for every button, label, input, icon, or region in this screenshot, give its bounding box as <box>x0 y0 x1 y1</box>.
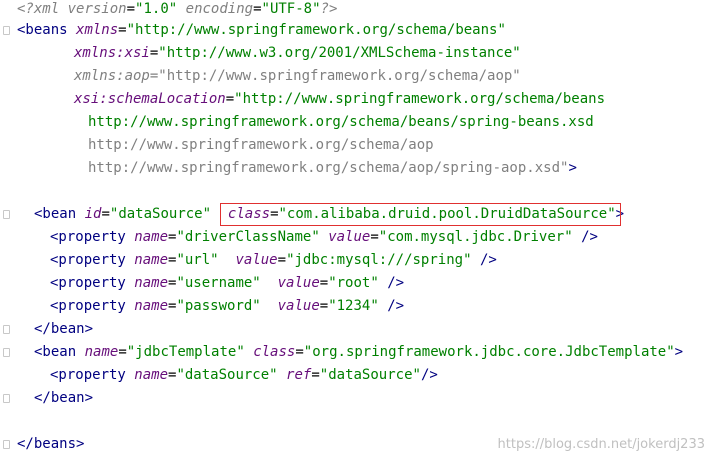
property-value-value: "1234" <box>328 298 379 314</box>
beans-tag-close: > <box>568 160 577 176</box>
schema-location-value-3: http://www.springframework.org/schema/ao… <box>88 137 434 153</box>
code-line-bean-jdbctemplate-end: </bean> <box>34 389 93 408</box>
pi-name: xml <box>33 1 60 17</box>
class-attribute-highlight-box <box>220 203 621 226</box>
bean-name-attr: name <box>84 344 119 360</box>
bean-class-value: "org.springframework.jdbc.core.JdbcTempl… <box>303 344 675 360</box>
code-line-bean-jdbctemplate: <bean name="jdbcTemplate" class="org.spr… <box>34 344 684 360</box>
schema-location-attr: xsi:schemaLocation <box>74 91 226 107</box>
property-name-attr: name <box>134 229 169 245</box>
bean-name-value: "jdbcTemplate" <box>126 344 245 360</box>
property-close: /> <box>581 229 598 245</box>
watermark: https://blog.csdn.net/jokerdj233 <box>497 437 705 452</box>
property-name-attr: name <box>134 252 169 268</box>
property-close: /> <box>420 367 438 383</box>
code-line-xmlns-aop: xmlns:aop="http://www.springframework.or… <box>74 68 521 84</box>
property-value-value: "root" <box>328 275 379 291</box>
property-name-attr: name <box>134 298 169 314</box>
code-line-schema-aop-xsd: http://www.springframework.org/schema/ao… <box>88 159 577 178</box>
fold-marker-bean-jdbctemplate[interactable] <box>3 348 10 357</box>
code-line-schema-location: xsi:schemaLocation="http://www.springfra… <box>74 91 606 107</box>
property-name-value: "url" <box>176 252 219 268</box>
property-value-attr: value <box>277 275 320 291</box>
property-name-attr: name <box>134 275 169 291</box>
xmlns-xsi-attr: xmlns:xsi <box>74 45 150 61</box>
bean-tag-close: > <box>674 344 684 360</box>
code-line-property-password: <property name="password" value="1234" /… <box>50 298 405 314</box>
pi-encoding-value: "UTF-8" <box>261 1 321 17</box>
property-tag: <property <box>50 252 126 268</box>
property-name-value: "password" <box>176 298 261 314</box>
bean-id-attr: id <box>84 206 102 222</box>
property-close: /> <box>479 252 497 268</box>
fold-marker-bean-jdbctemplate-end[interactable] <box>3 394 10 403</box>
property-ref-attr: ref <box>286 367 312 383</box>
property-tag: <property <box>50 367 126 383</box>
xmlns-attr: xmlns <box>76 22 119 38</box>
property-value-attr: value <box>235 252 278 268</box>
code-line-property-driver: <property name="driverClassName" value="… <box>50 229 598 245</box>
property-name-attr: name <box>134 367 169 383</box>
schema-location-value-1: "http://www.springframework.org/schema/b… <box>234 91 606 107</box>
code-line-bean-datasource-end: </bean> <box>34 320 93 339</box>
pi-version-value: "1.0" <box>135 1 178 17</box>
beans-tag: <beans <box>17 22 68 38</box>
code-line-property-datasource-ref: <property name="dataSource" ref="dataSou… <box>50 367 438 383</box>
property-tag: <property <box>50 229 126 245</box>
code-line-beans-open: <beans xmlns="http://www.springframework… <box>17 22 506 38</box>
pi-encoding-attr: encoding <box>185 1 254 17</box>
code-line-schema-aop: http://www.springframework.org/schema/ao… <box>88 136 434 155</box>
xml-code-editor[interactable]: <?xml version="1.0" encoding="UTF-8"?> <… <box>0 0 713 460</box>
bean-end-tag: </bean> <box>34 390 94 406</box>
code-line-property-url: <property name="url" value="jdbc:mysql:/… <box>50 252 497 268</box>
xmlns-aop-value: "http://www.springframework.org/schema/a… <box>158 68 521 84</box>
beans-end-tag: </beans> <box>17 436 85 452</box>
xmlns-value: "http://www.springframework.org/schema/b… <box>126 22 506 38</box>
bean-end-tag: </bean> <box>34 321 94 337</box>
property-name-value: "driverClassName" <box>176 229 320 245</box>
pi-close: ?> <box>320 1 338 17</box>
xmlns-aop-attr: xmlns:aop <box>74 68 150 84</box>
property-value-attr: value <box>277 298 320 314</box>
schema-location-value-2: http://www.springframework.org/schema/be… <box>88 114 594 130</box>
code-line-schema-beans-xsd: http://www.springframework.org/schema/be… <box>88 113 594 132</box>
property-value-value: "com.mysql.jdbc.Driver" <box>378 229 573 245</box>
bean-class-attr: class <box>253 344 296 360</box>
schema-location-value-4: http://www.springframework.org/schema/ao… <box>88 160 569 176</box>
property-name-value: "username" <box>176 275 261 291</box>
property-name-value: "dataSource" <box>176 367 278 383</box>
property-close: /> <box>387 298 405 314</box>
property-value-attr: value <box>328 229 371 245</box>
code-line-xml-declaration: <?xml version="1.0" encoding="UTF-8"?> <box>17 1 338 17</box>
fold-marker-beans[interactable] <box>3 26 10 35</box>
bean-tag: <bean <box>34 206 77 222</box>
property-value-value: "jdbc:mysql:///spring" <box>286 252 472 268</box>
fold-marker-bean-datasource[interactable] <box>3 210 10 219</box>
pi-version-attr: version <box>67 1 127 17</box>
property-tag: <property <box>50 298 126 314</box>
code-line-xmlns-xsi: xmlns:xsi="http://www.w3.org/2001/XMLSch… <box>74 45 521 61</box>
fold-marker-bean-datasource-end[interactable] <box>3 325 10 334</box>
code-line-beans-end: </beans> <box>17 435 84 454</box>
fold-marker-beans-end[interactable] <box>3 440 10 449</box>
fold-gutter <box>0 0 14 460</box>
bean-tag: <bean <box>34 344 77 360</box>
property-close: /> <box>387 275 405 291</box>
property-tag: <property <box>50 275 126 291</box>
bean-id-value: "dataSource" <box>109 206 212 222</box>
code-line-property-username: <property name="username" value="root" /… <box>50 275 405 291</box>
property-ref-value: "dataSource" <box>319 367 421 383</box>
pi-open: <? <box>17 1 34 17</box>
xmlns-xsi-value: "http://www.w3.org/2001/XMLSchema-instan… <box>158 45 521 61</box>
